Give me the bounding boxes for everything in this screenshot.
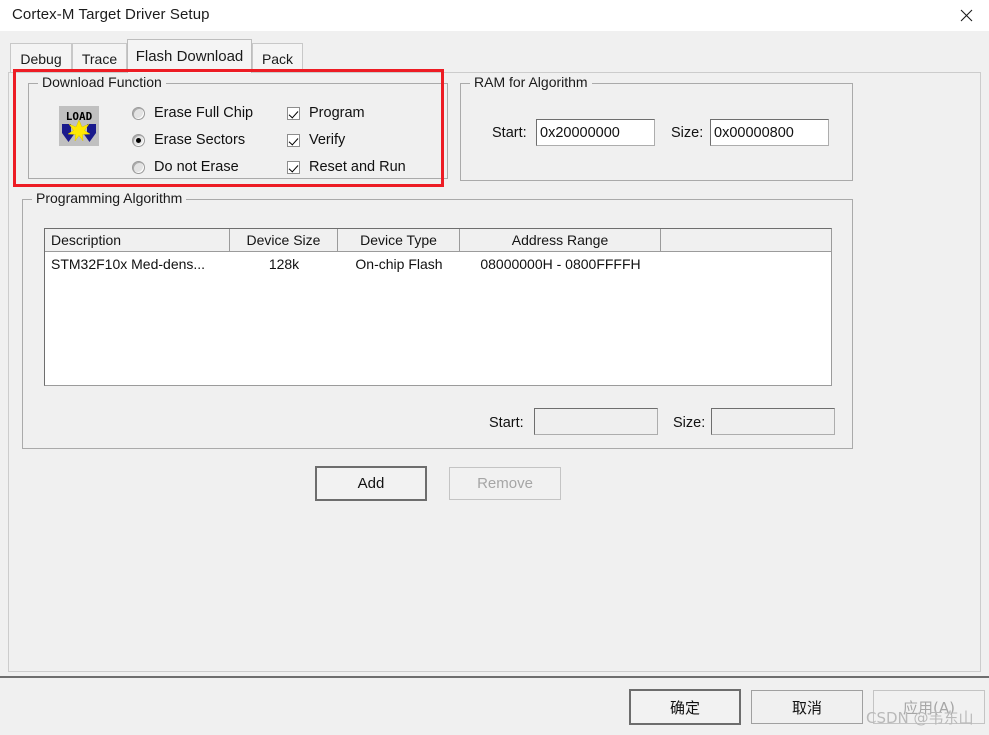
tab-flash-download[interactable]: Flash Download	[127, 39, 252, 73]
ram-start-label: Start:	[492, 125, 527, 141]
algorithm-start-input[interactable]	[534, 408, 658, 435]
checkbox-program-label: Program	[309, 105, 365, 121]
checkbox-verify-label: Verify	[309, 132, 346, 148]
radio-erase-sectors-label: Erase Sectors	[154, 132, 246, 148]
load-icon: LOAD	[59, 106, 99, 146]
tab-trace[interactable]: Trace	[72, 43, 127, 73]
algorithm-size-input[interactable]	[711, 408, 835, 435]
ok-button[interactable]: 确定	[629, 689, 741, 725]
table-header-row: Description Device Size Device Type Addr…	[45, 229, 831, 252]
cancel-button[interactable]: 取消	[751, 690, 863, 724]
radio-erase-full-chip[interactable]: Erase Full Chip	[132, 105, 253, 121]
apply-button: 应用(A)	[873, 690, 985, 724]
column-header-address-range[interactable]: Address Range	[460, 229, 661, 251]
column-header-description[interactable]: Description	[45, 229, 230, 251]
checkbox-program-indicator[interactable]	[287, 106, 300, 120]
close-button[interactable]	[943, 0, 989, 31]
tab-strip: Debug Trace Flash Download Pack	[0, 31, 989, 73]
algorithm-size-label: Size:	[673, 415, 706, 431]
cell-address-range: 08000000H - 0800FFFFH	[480, 256, 641, 272]
checkbox-verify-indicator[interactable]	[287, 133, 300, 147]
checkbox-reset-and-run[interactable]: Reset and Run	[287, 159, 406, 175]
ram-for-algorithm-group: RAM for Algorithm Start: 0x20000000 Size…	[460, 74, 853, 181]
cell-device-size: 128k	[268, 256, 300, 272]
programming-algorithm-group: Programming Algorithm Description Device…	[22, 190, 853, 449]
add-button[interactable]: Add	[315, 466, 427, 501]
download-function-group: Download Function LOAD Erase Full Chip E…	[28, 74, 448, 179]
ram-size-label: Size:	[671, 125, 704, 141]
tab-debug-label: Debug	[20, 50, 62, 67]
tab-pack[interactable]: Pack	[252, 43, 303, 73]
checkbox-reset-and-run-indicator[interactable]	[287, 160, 300, 174]
tab-flash-download-label: Flash Download	[135, 48, 244, 65]
radio-do-not-erase[interactable]: Do not Erase	[132, 159, 239, 175]
radio-do-not-erase-indicator[interactable]	[132, 160, 145, 174]
ram-start-input[interactable]: 0x20000000	[536, 119, 655, 146]
algorithm-start-label: Start:	[489, 415, 524, 431]
download-function-group-label: Download Function	[38, 74, 166, 90]
column-header-extra[interactable]	[661, 229, 831, 251]
programming-algorithm-group-label: Programming Algorithm	[32, 190, 187, 206]
remove-button: Remove	[449, 467, 561, 500]
cell-device-type: On-chip Flash	[355, 256, 443, 272]
programming-algorithm-table[interactable]: Description Device Size Device Type Addr…	[44, 228, 832, 386]
tab-debug[interactable]: Debug	[10, 43, 72, 73]
radio-erase-full-chip-label: Erase Full Chip	[154, 105, 254, 121]
tab-trace-label: Trace	[81, 50, 118, 67]
ram-for-algorithm-group-label: RAM for Algorithm	[470, 74, 592, 90]
column-header-device-type[interactable]: Device Type	[338, 229, 460, 251]
window-title: Cortex-M Target Driver Setup	[12, 6, 210, 23]
radio-erase-sectors[interactable]: Erase Sectors	[132, 132, 245, 148]
column-header-device-size[interactable]: Device Size	[230, 229, 338, 251]
checkbox-program[interactable]: Program	[287, 105, 365, 121]
close-icon	[960, 9, 973, 22]
footer-separator	[0, 676, 989, 678]
radio-do-not-erase-label: Do not Erase	[154, 159, 239, 175]
ram-size-input[interactable]: 0x00000800	[710, 119, 829, 146]
tab-pack-label: Pack	[261, 50, 294, 67]
title-bar: Cortex-M Target Driver Setup	[0, 0, 989, 31]
radio-erase-sectors-indicator[interactable]	[132, 133, 145, 147]
table-row[interactable]: STM32F10x Med-dens... 128k On-chip Flash…	[45, 252, 831, 276]
cell-description: STM32F10x Med-dens...	[51, 256, 206, 272]
checkbox-verify[interactable]: Verify	[287, 132, 345, 148]
checkbox-reset-and-run-label: Reset and Run	[309, 159, 406, 175]
radio-erase-full-chip-indicator[interactable]	[132, 106, 145, 120]
